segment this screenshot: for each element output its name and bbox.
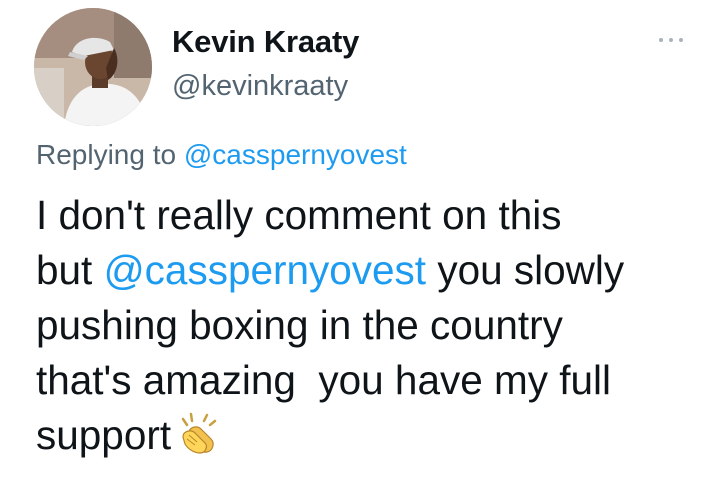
tweet-line: but @casspernyovest you slowly (36, 243, 706, 298)
user-handle[interactable]: @kevinkraaty (172, 66, 348, 106)
clapping-hands-icon (177, 411, 221, 455)
tweet-line: pushing boxing in the country (36, 302, 563, 348)
tweet-line: support (36, 408, 706, 463)
avatar[interactable] (34, 8, 152, 126)
dot (669, 38, 673, 42)
display-name[interactable]: Kevin Kraaty (172, 22, 359, 62)
replying-to-mention[interactable]: @casspernyovest (184, 139, 407, 170)
tweet-text-segment: support (36, 412, 172, 458)
tweet-text: I don't really comment on this but @cass… (36, 188, 706, 463)
replying-to-label: Replying to (36, 139, 177, 170)
tweet-text-segment: but (36, 247, 104, 293)
tweet-text-segment: you slowly (426, 247, 625, 293)
tweet-card: Kevin Kraaty @kevinkraaty Replying to @c… (0, 0, 720, 488)
more-horizontal-icon[interactable] (656, 30, 686, 50)
dot (659, 38, 663, 42)
replying-to: Replying to @casspernyovest (36, 137, 407, 173)
tweet-line: I don't really comment on this (36, 192, 562, 238)
tweet-line: that's amazing you have my full (36, 357, 612, 403)
profile-photo-icon (34, 8, 152, 126)
dot (679, 38, 683, 42)
tweet-mention[interactable]: @casspernyovest (104, 247, 427, 293)
